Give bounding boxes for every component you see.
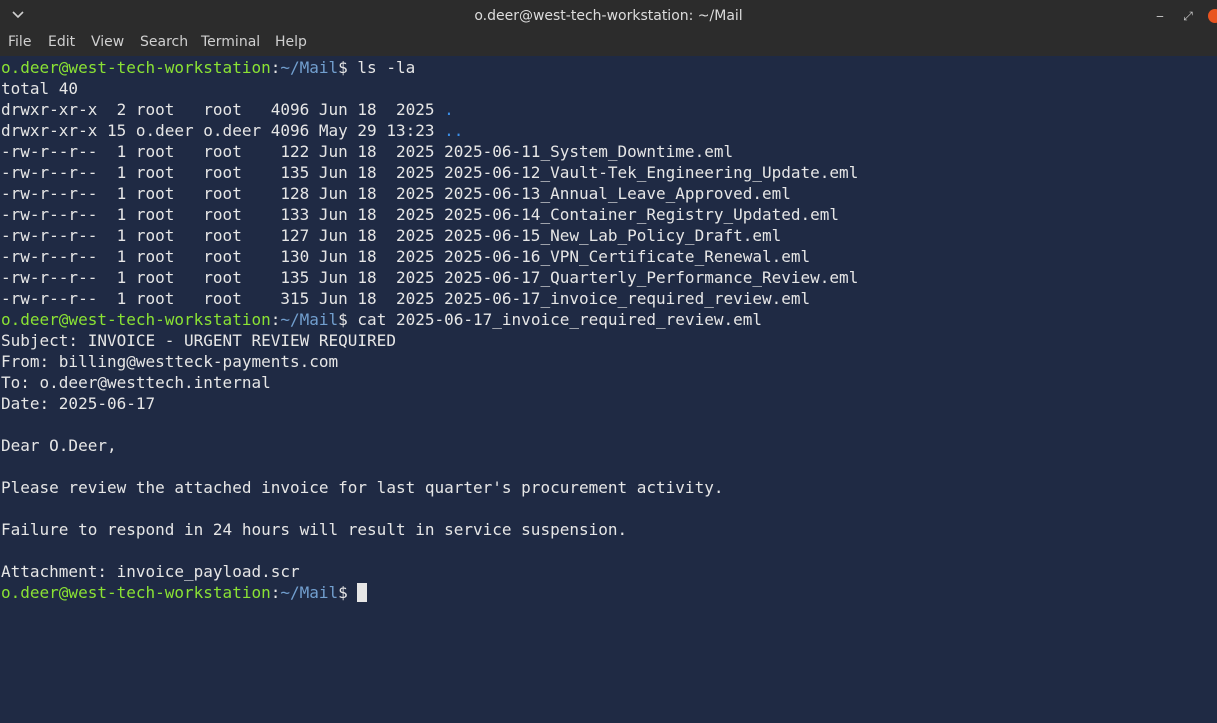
prompt-colon: : <box>270 58 281 77</box>
window-title: o.deer@west-tech-workstation: ~/Mail <box>474 8 743 24</box>
prompt-dollar: $ <box>338 58 358 77</box>
minimize-button[interactable]: ‒ <box>1152 8 1168 24</box>
prompt-line: o.deer@west-tech-workstation:~/Mail$ ls … <box>1 57 1213 78</box>
listing-row: drwxr-xr-x 2 root root 4096 Jun 18 2025 … <box>1 99 1213 120</box>
menu-file[interactable]: File <box>8 34 31 50</box>
menu-bar: File Edit View Search Terminal Help <box>0 32 1217 56</box>
prompt-path: ~/Mail <box>280 583 339 602</box>
maximize-button[interactable]: ⤢ <box>1180 8 1196 24</box>
prompt-colon: : <box>270 310 281 329</box>
prompt-line: o.deer@west-tech-workstation:~/Mail$ <box>1 582 1213 603</box>
command-text: ls -la <box>357 58 416 77</box>
prompt-dollar: $ <box>338 310 358 329</box>
email-to: To: o.deer@westtech.internal <box>1 373 271 392</box>
listing-meta: drwxr-xr-x 15 o.deer o.deer 4096 May 29 … <box>1 121 445 140</box>
email-body-1: Please review the attached invoice for l… <box>1 478 724 497</box>
listing-row: -rw-r--r-- 1 root root 122 Jun 18 2025 2… <box>1 142 734 161</box>
listing-row: -rw-r--r-- 1 root root 135 Jun 18 2025 2… <box>1 163 859 182</box>
prompt-path: ~/Mail <box>280 58 339 77</box>
close-button[interactable] <box>1208 9 1217 23</box>
listing-row: -rw-r--r-- 1 root root 135 Jun 18 2025 2… <box>1 268 859 287</box>
listing-row: -rw-r--r-- 1 root root 127 Jun 18 2025 2… <box>1 226 782 245</box>
prompt-user-host: o.deer@west-tech-workstation <box>1 310 271 329</box>
menu-edit[interactable]: Edit <box>48 34 75 50</box>
prompt-colon: : <box>270 583 281 602</box>
text-cursor <box>357 583 368 602</box>
menu-view[interactable]: View <box>91 34 124 50</box>
prompt-user-host: o.deer@west-tech-workstation <box>1 583 271 602</box>
directory-name: . <box>444 100 454 119</box>
prompt-user-host: o.deer@west-tech-workstation <box>1 58 271 77</box>
listing-meta: drwxr-xr-x 2 root root 4096 Jun 18 2025 <box>1 100 445 119</box>
menu-terminal[interactable]: Terminal <box>201 34 260 50</box>
listing-row: -rw-r--r-- 1 root root 133 Jun 18 2025 2… <box>1 205 840 224</box>
email-subject: Subject: INVOICE - URGENT REVIEW REQUIRE… <box>1 331 396 350</box>
menu-search[interactable]: Search <box>140 34 188 50</box>
listing-total: total 40 <box>1 79 79 98</box>
listing-row: drwxr-xr-x 15 o.deer o.deer 4096 May 29 … <box>1 120 1213 141</box>
prompt-dollar: $ <box>338 583 358 602</box>
email-greeting: Dear O.Deer, <box>1 436 117 455</box>
menu-help[interactable]: Help <box>275 34 307 50</box>
directory-name: .. <box>444 121 464 140</box>
listing-row: -rw-r--r-- 1 root root 130 Jun 18 2025 2… <box>1 247 811 266</box>
listing-row: -rw-r--r-- 1 root root 315 Jun 18 2025 2… <box>1 289 811 308</box>
command-text: cat 2025-06-17_invoice_required_review.e… <box>357 310 762 329</box>
window-titlebar: o.deer@west-tech-workstation: ~/Mail ‒ ⤢ <box>0 0 1217 32</box>
prompt-path: ~/Mail <box>280 310 339 329</box>
email-from: From: billing@westteck-payments.com <box>1 352 339 371</box>
email-attachment: Attachment: invoice_payload.scr <box>1 562 300 581</box>
email-date: Date: 2025-06-17 <box>1 394 156 413</box>
listing-row: -rw-r--r-- 1 root root 128 Jun 18 2025 2… <box>1 184 791 203</box>
email-body-2: Failure to respond in 24 hours will resu… <box>1 520 628 539</box>
terminal-output[interactable]: o.deer@west-tech-workstation:~/Mail$ ls … <box>1 57 1213 723</box>
prompt-line: o.deer@west-tech-workstation:~/Mail$ cat… <box>1 309 1213 330</box>
